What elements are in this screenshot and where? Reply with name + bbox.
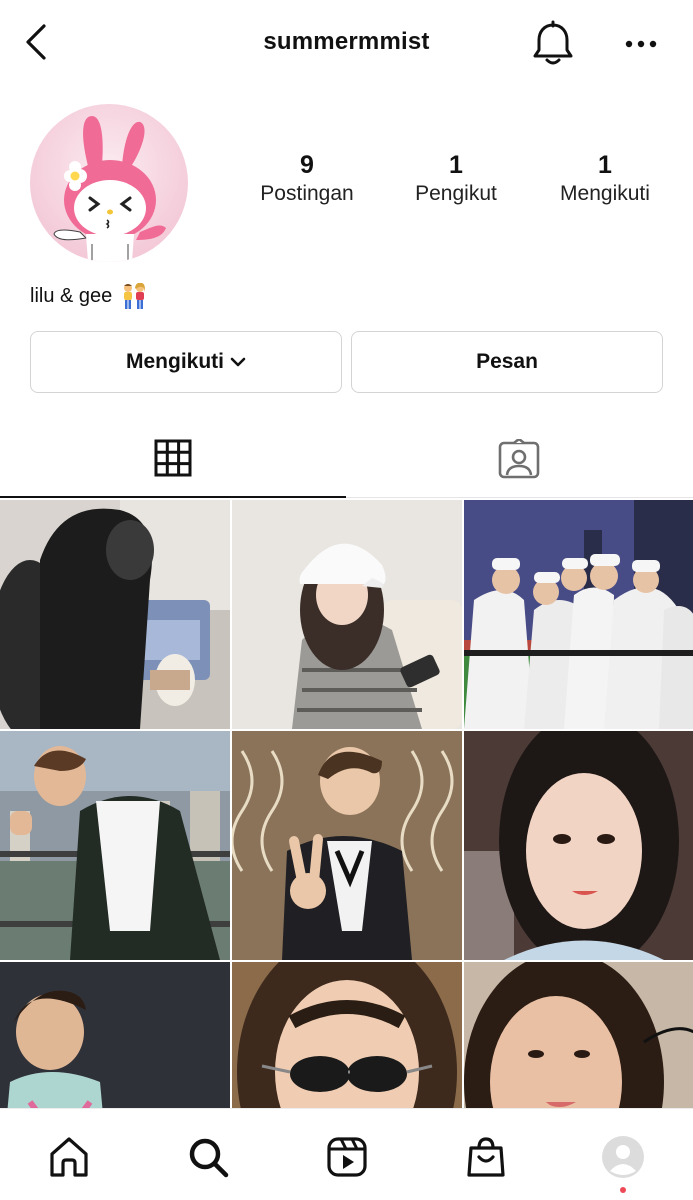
bottom-navigation <box>0 1108 693 1200</box>
stat-followers[interactable]: 1 Pengikut <box>381 150 531 208</box>
stat-following-value: 1 <box>598 151 612 179</box>
couple-emoji-icon <box>124 282 146 309</box>
post-thumbnail-3[interactable] <box>464 500 693 729</box>
profile-stats: 9 Postingan 1 Pengikut 1 Mengikuti <box>232 150 680 220</box>
profile-username: summermmist <box>263 28 430 55</box>
nav-shop[interactable] <box>462 1133 510 1181</box>
following-button-label: Mengikuti <box>126 350 224 373</box>
bell-icon <box>533 20 573 65</box>
more-horizontal-icon <box>625 40 657 48</box>
nav-reels[interactable] <box>323 1133 371 1181</box>
message-button-label: Pesan <box>476 350 538 373</box>
post-image-9 <box>464 962 693 1110</box>
post-thumbnail-2[interactable] <box>232 500 462 729</box>
search-icon <box>189 1138 229 1178</box>
chevron-down-icon <box>230 357 246 367</box>
nav-profile[interactable] <box>599 1133 647 1181</box>
post-image-3 <box>464 500 693 729</box>
profile-avatar[interactable] <box>30 104 188 262</box>
grid-icon <box>154 439 192 477</box>
post-thumbnail-9[interactable] <box>464 962 693 1110</box>
post-image-8 <box>232 962 462 1110</box>
post-image-7 <box>0 962 230 1110</box>
stat-posts-label: Postingan <box>260 182 354 205</box>
notifications-button[interactable] <box>530 20 576 68</box>
post-image-2 <box>232 500 462 729</box>
message-button[interactable]: Pesan <box>351 331 663 393</box>
profile-avatar-icon <box>602 1136 644 1178</box>
my-melody-avatar-image <box>30 104 188 262</box>
post-thumbnail-6[interactable] <box>464 731 693 960</box>
stat-posts-value: 9 <box>300 151 314 179</box>
post-image-5 <box>232 731 462 960</box>
stat-following[interactable]: 1 Mengikuti <box>530 150 680 208</box>
stat-following-label: Mengikuti <box>560 182 650 205</box>
reels-icon <box>327 1137 367 1177</box>
post-thumbnail-8[interactable] <box>232 962 462 1110</box>
post-image-6 <box>464 731 693 960</box>
tab-tagged[interactable] <box>346 420 692 498</box>
stat-followers-label: Pengikut <box>415 182 497 205</box>
tab-posts-grid[interactable] <box>0 420 346 498</box>
post-thumbnail-7[interactable] <box>0 962 230 1110</box>
post-thumbnail-4[interactable] <box>0 731 230 960</box>
home-icon <box>50 1137 88 1177</box>
post-thumbnail-1[interactable] <box>0 500 230 729</box>
stat-posts: 9 Postingan <box>232 150 382 208</box>
post-image-1 <box>0 500 230 729</box>
posts-grid <box>0 500 693 1110</box>
following-dropdown-button[interactable]: Mengikuti <box>30 331 342 393</box>
profile-bio: lilu & gee <box>30 282 148 310</box>
nav-home[interactable] <box>45 1133 93 1181</box>
post-image-4 <box>0 731 230 960</box>
profile-tabs <box>0 420 693 498</box>
tagged-person-icon <box>498 439 540 479</box>
bio-text: lilu & gee <box>30 284 113 307</box>
more-options-button[interactable] <box>620 28 662 60</box>
post-thumbnail-5[interactable] <box>232 731 462 960</box>
nav-search[interactable] <box>184 1133 232 1181</box>
stat-followers-value: 1 <box>449 151 463 179</box>
profile-notification-dot <box>620 1187 626 1193</box>
profile-header: summermmist <box>0 0 693 88</box>
shopping-bag-icon <box>467 1137 505 1177</box>
